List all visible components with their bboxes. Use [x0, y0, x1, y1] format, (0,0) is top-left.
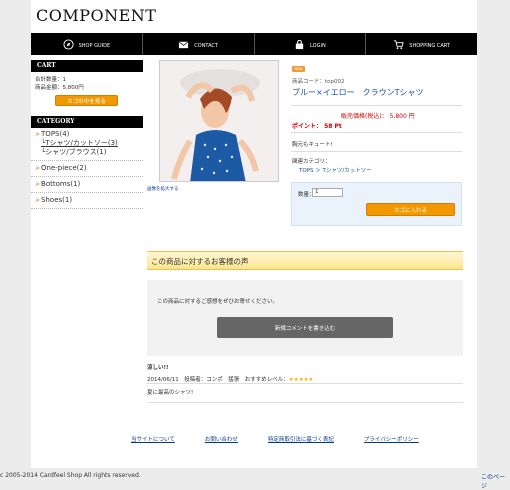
compass-icon: [63, 38, 74, 50]
divider: [147, 402, 463, 403]
related-category-heading: 関連カテゴリ：: [292, 159, 331, 165]
divider: [291, 151, 462, 152]
category-label: One-piece(2): [41, 164, 87, 172]
category-item-tshirt[interactable]: └Tシャツ/カットソー(3): [31, 139, 143, 148]
review-title: 涼しい!!: [147, 365, 169, 371]
footer-link-privacy[interactable]: プライバシーポリシー: [364, 435, 419, 443]
category-item-bottoms[interactable]: >Bottoms(1): [31, 180, 143, 189]
divider: [31, 192, 143, 193]
related-category-link[interactable]: TOPS ＞ Tシャツ/カットソー: [299, 166, 372, 174]
nav-contact[interactable]: CONTACT: [143, 33, 255, 55]
cart-heading: CART: [31, 60, 143, 72]
category-label: シャツ/ブラウス(1): [45, 148, 107, 156]
divider: [291, 105, 462, 106]
cart-icon: [394, 39, 404, 49]
category-label: Bottoms(1): [41, 180, 81, 188]
sidebar: CART 合計数量：1 商品金額：5,800円 カゴの中を見る CATEGORY…: [31, 60, 143, 212]
product-price: 販売価格(税込)： 5,800 円: [341, 113, 415, 120]
product-photo[interactable]: [159, 60, 279, 182]
reviews-heading: この商品に対するお客様の声: [147, 251, 463, 270]
product-code: 商品コード：top002: [292, 79, 345, 85]
category-item-shirt[interactable]: └シャツ/ブラウス(1): [31, 148, 143, 157]
product-description: 胸元もキュート!: [292, 142, 333, 148]
mail-icon: [178, 40, 189, 48]
add-to-cart-button[interactable]: カゴに入れる: [366, 203, 455, 216]
category-label: Shoes(1): [41, 196, 73, 204]
chevron-right-icon: >: [35, 197, 41, 204]
enlarge-image-link[interactable]: 画像を拡大する: [147, 186, 179, 192]
footer-link-legal[interactable]: 特定商取引法に基づく表記: [268, 435, 334, 443]
category-item-tops[interactable]: >TOPS(4): [31, 130, 143, 139]
divider: [31, 160, 143, 161]
review-body: 夏に最高のシャツ!: [147, 390, 194, 396]
nav-login[interactable]: LOGIN: [255, 33, 367, 55]
page-wrapper: COMPONENT SHOP GUIDE CONTACT LOGIN SHOPP…: [31, 0, 477, 468]
cart-total-count: 合計数量：1: [35, 77, 66, 83]
category-list: >TOPS(4) └Tシャツ/カットソー(3) └シャツ/ブラウス(1) >On…: [31, 130, 143, 209]
page-top-link[interactable]: このページ: [481, 472, 510, 490]
nav-label: SHOPPING CART: [409, 43, 450, 49]
review-meta: 2014/06/11 投稿者：コンポ 猛張 おすすめレベル：★★★★★: [147, 375, 313, 383]
category-label: TOPS(4): [41, 130, 70, 138]
view-cart-button[interactable]: カゴの中を見る: [55, 95, 118, 106]
footer-link-contact[interactable]: お問い合わせ: [205, 435, 238, 443]
nav-label: CONTACT: [194, 43, 218, 49]
global-nav: SHOP GUIDE CONTACT LOGIN SHOPPING CART: [31, 33, 477, 55]
category-label: Tシャツ/カットソー(3): [45, 139, 118, 147]
review-prompt: この商品に対するご感想をぜひお寄せください。: [157, 299, 279, 305]
nav-shopping-cart[interactable]: SHOPPING CART: [366, 33, 477, 55]
write-review-button[interactable]: 新規コメントを書き込む: [217, 317, 393, 338]
nav-label: SHOP GUIDE: [78, 43, 111, 49]
lock-icon: [295, 39, 304, 49]
new-badge: NEW: [292, 66, 305, 72]
category-item-shoes[interactable]: >Shoes(1): [31, 196, 143, 205]
divider: [31, 176, 143, 177]
cart-total-amount: 商品金額：5,800円: [35, 85, 84, 91]
site-logo[interactable]: COMPONENT: [36, 6, 156, 25]
category-item-onepiece[interactable]: >One-piece(2): [31, 164, 143, 173]
footer-links: 当サイトについて お問い合わせ 特定商取引法に基づく表記 プライバシーポリシー: [131, 435, 419, 443]
product-point: ポイント： 58 Pt: [292, 123, 342, 130]
chevron-right-icon: >: [35, 131, 41, 138]
product-title: ブルー×イエロー クラウンTシャツ: [292, 88, 424, 97]
copyright: c 2005-2014 Cardfeel Shop All rights res…: [0, 472, 141, 479]
chevron-right-icon: >: [35, 165, 41, 172]
chevron-right-icon: >: [35, 181, 41, 188]
divider: [31, 208, 143, 209]
model-photo-illustration: [160, 61, 278, 181]
category-heading: CATEGORY: [31, 116, 143, 128]
page: COMPONENT SHOP GUIDE CONTACT LOGIN SHOPP…: [0, 0, 510, 490]
nav-label: LOGIN: [310, 43, 326, 49]
review-prompt-box: この商品に対するご感想をぜひお寄せください。 新規コメントを書き込む: [147, 280, 463, 356]
divider: [147, 383, 463, 384]
add-to-cart-box: 数量： 1 カゴに入れる: [291, 182, 462, 226]
footer-link-about[interactable]: 当サイトについて: [131, 435, 175, 443]
quantity-input[interactable]: 1: [312, 188, 343, 197]
divider: [291, 132, 462, 133]
nav-shop-guide[interactable]: SHOP GUIDE: [31, 33, 143, 55]
